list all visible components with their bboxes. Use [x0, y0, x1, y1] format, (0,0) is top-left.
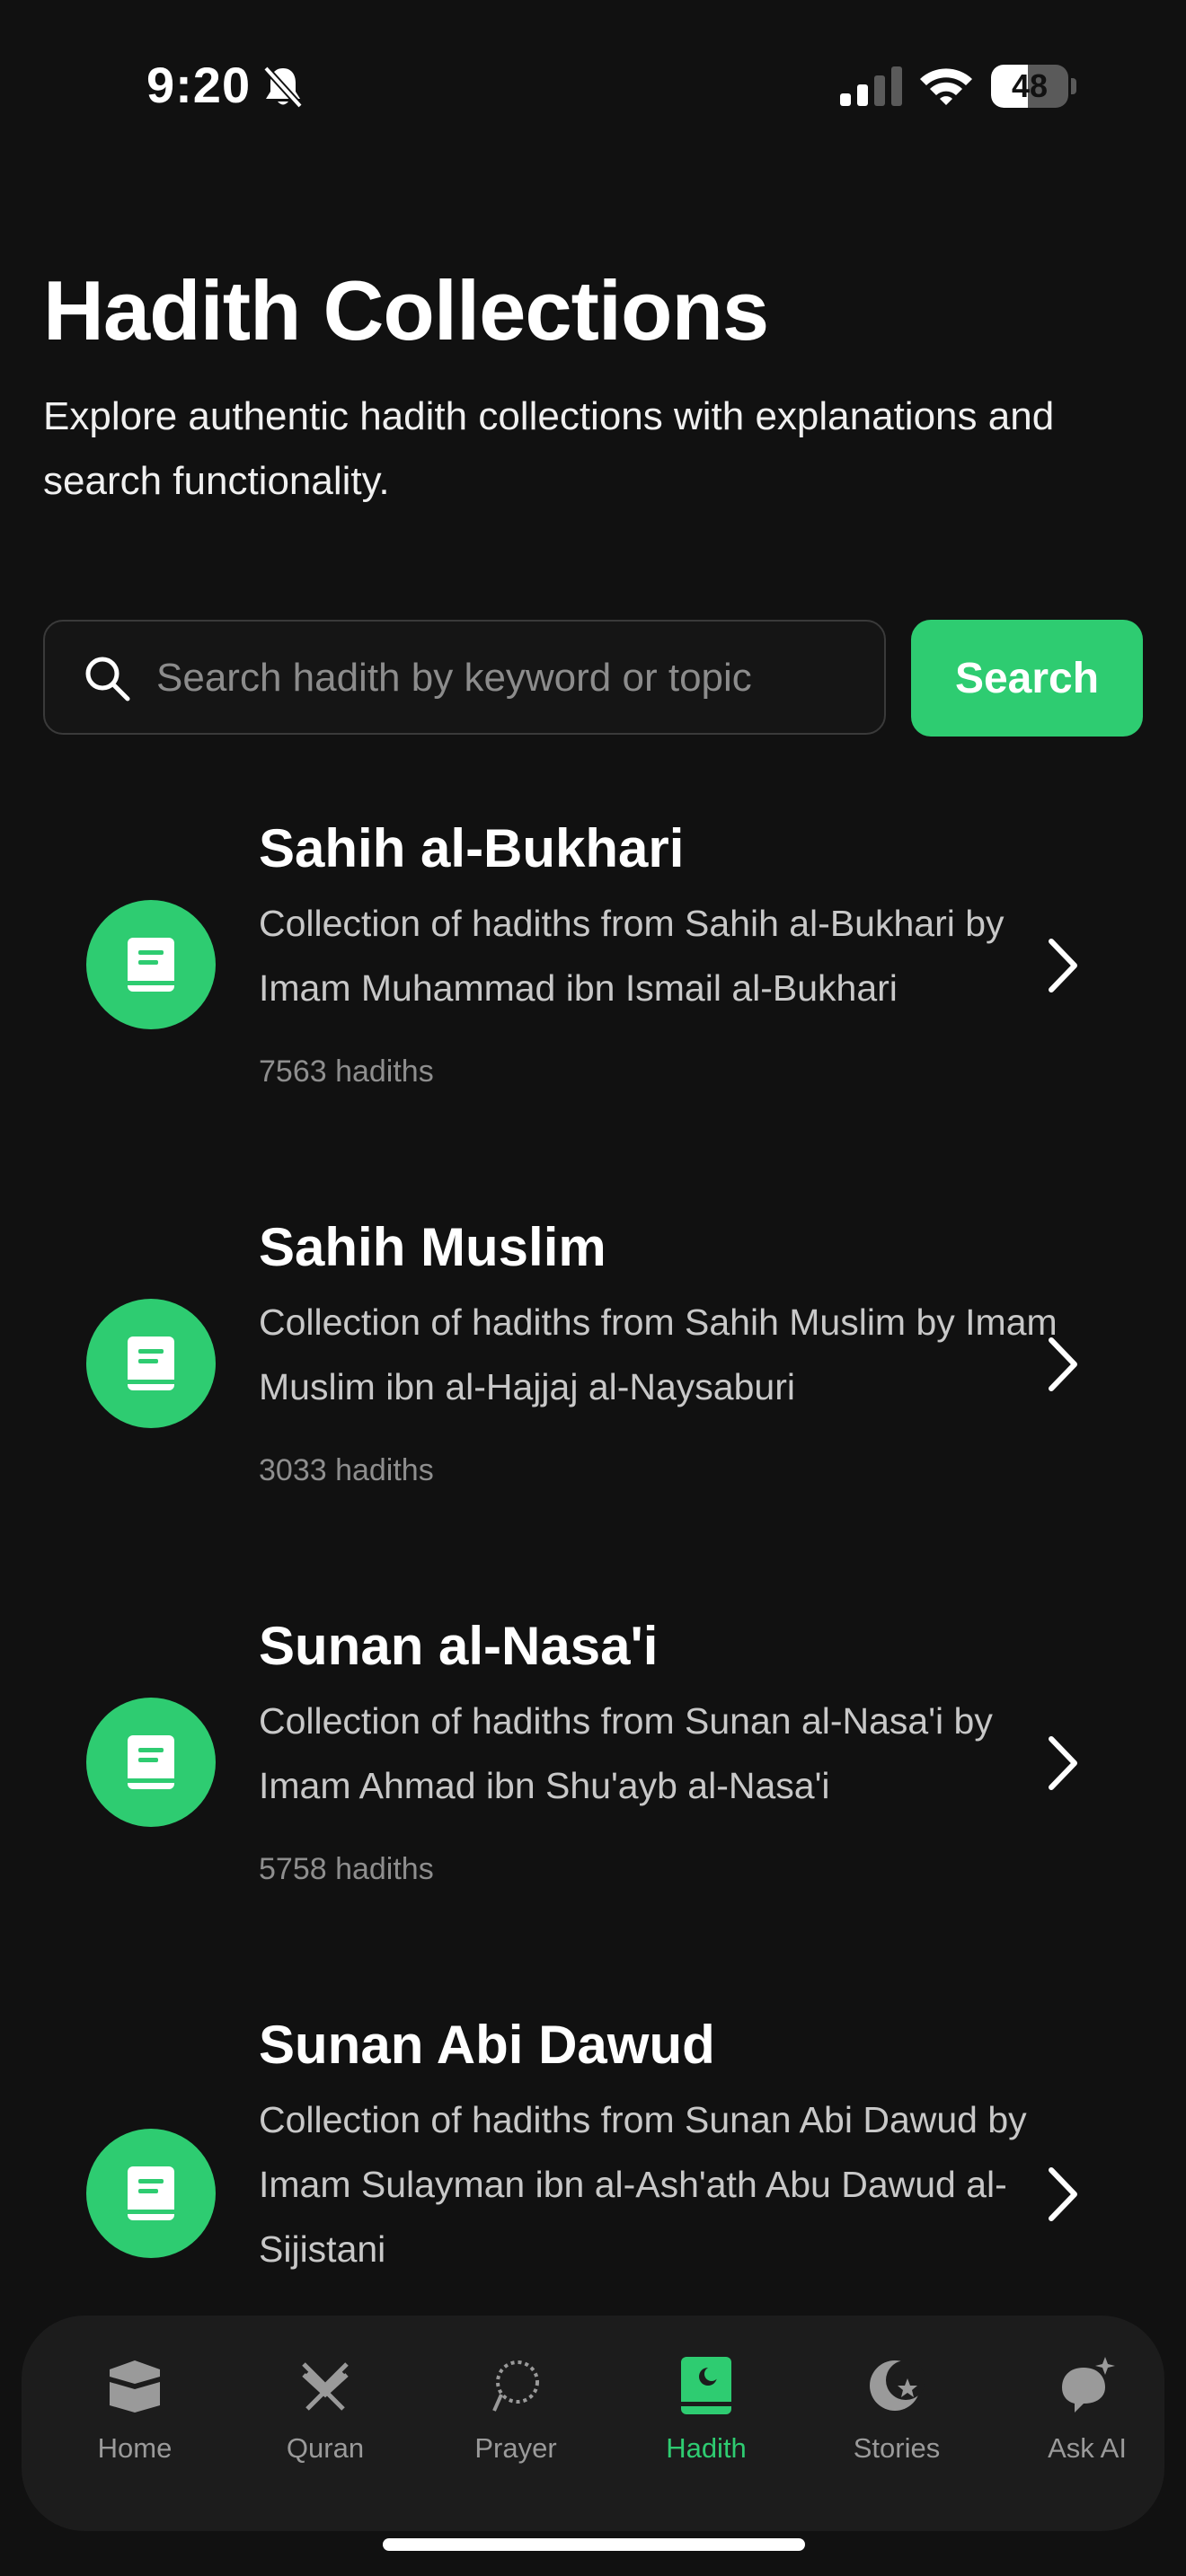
collection-description: Collection of hadiths from Sahih al-Bukh…: [259, 903, 1005, 1009]
book-icon: [86, 1299, 216, 1428]
chevron-right-icon: [1049, 1337, 1077, 1391]
kaaba-icon: [110, 2360, 160, 2413]
hadith-book-icon: [681, 2357, 731, 2414]
bell-slash-icon: [263, 66, 303, 109]
collection-title: Sahih Muslim: [259, 1217, 606, 1277]
search-icon: [85, 657, 130, 701]
battery-indicator: 48: [991, 65, 1077, 108]
tab-label: Hadith: [666, 2432, 747, 2464]
home-indicator: [383, 2538, 805, 2551]
tab-label: Quran: [286, 2432, 365, 2464]
page-title: Hadith Collections: [43, 263, 769, 357]
tab-ask-ai[interactable]: Ask AI: [1015, 2316, 1159, 2531]
collection-description: Collection of hadiths from Sunan al-Nasa…: [259, 1700, 993, 1806]
tab-label: Home: [97, 2432, 173, 2464]
tab-label: Ask AI: [1048, 2432, 1127, 2464]
tab-hadith[interactable]: Hadith: [634, 2316, 778, 2531]
prayer-beads-icon: [492, 2360, 539, 2412]
wifi-icon: [920, 68, 972, 105]
battery-percent: 48: [1011, 67, 1049, 104]
collection-title: Sunan al-Nasa'i: [259, 1616, 659, 1676]
tab-home[interactable]: Home: [63, 2316, 207, 2531]
quran-stand-icon: [302, 2362, 349, 2411]
tab-stories[interactable]: Stories: [825, 2316, 969, 2531]
search-box[interactable]: [43, 620, 886, 735]
search-input[interactable]: [155, 622, 868, 735]
ai-chat-icon: [1062, 2357, 1115, 2413]
tab-label: Prayer: [474, 2432, 557, 2464]
collection-title: Sahih al-Bukhari: [259, 818, 685, 878]
book-icon: [86, 900, 216, 1029]
page-subtitle: Explore authentic hadith collections wit…: [43, 394, 1055, 503]
chevron-right-icon: [1049, 939, 1077, 992]
book-icon: [86, 2129, 216, 2258]
collection-item-sahih-al-bukhari[interactable]: Sahih al-Bukhari Collection of hadiths f…: [43, 817, 1143, 1114]
tab-label: Stories: [853, 2432, 941, 2464]
search-button[interactable]: Search: [911, 620, 1143, 737]
status-bar: 9:20 48: [0, 0, 1186, 171]
collection-count: 3033 hadiths: [259, 1453, 434, 1487]
chevron-right-icon: [1049, 1736, 1077, 1790]
collection-title: Sunan Abi Dawud: [259, 2015, 715, 2075]
collection-description: Collection of hadiths from Sunan Abi Daw…: [259, 2099, 1027, 2270]
tab-quran[interactable]: Quran: [253, 2316, 397, 2531]
collection-count: 7563 hadiths: [259, 1054, 434, 1089]
collection-description: Collection of hadiths from Sahih Muslim …: [259, 1301, 1058, 1407]
status-time: 9:20: [146, 57, 252, 113]
collection-count: 5758 hadiths: [259, 1852, 434, 1886]
collection-item-sunan-abi-dawud[interactable]: Sunan Abi Dawud Collection of hadiths fr…: [43, 2014, 1143, 2310]
crescent-star-icon: [870, 2360, 925, 2411]
collection-item-sahih-muslim[interactable]: Sahih Muslim Collection of hadiths from …: [43, 1216, 1143, 1513]
cellular-signal-icon: [840, 66, 902, 106]
book-icon: [86, 1698, 216, 1827]
collection-item-sunan-al-nasai[interactable]: Sunan al-Nasa'i Collection of hadiths fr…: [43, 1615, 1143, 1911]
bottom-tab-bar: Home Quran Prayer Hadith Stories Ask AI: [22, 2316, 1164, 2531]
chevron-right-icon: [1049, 2167, 1077, 2221]
tab-prayer[interactable]: Prayer: [444, 2316, 588, 2531]
